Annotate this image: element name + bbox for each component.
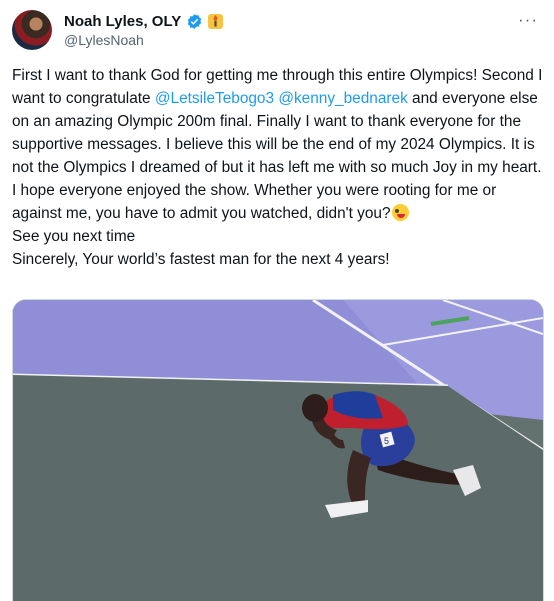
tweet-text: First I want to thank God for getting me… [12, 64, 544, 271]
author-display-name[interactable]: Noah Lyles, OLY [64, 13, 181, 30]
tweet-text-part: and everyone else on an amazing Olympic … [12, 90, 546, 222]
bib-number: 5 [384, 436, 389, 446]
olympic-torch-icon [208, 13, 224, 29]
tweet-header: Noah Lyles, OLY @LylesNoah ··· [12, 10, 542, 54]
tweet-text-part: See you next time Sincerely, Your world’… [12, 228, 390, 268]
author-name-line: Noah Lyles, OLY [64, 11, 224, 31]
zany-face-emoji-icon [391, 204, 409, 221]
tweet-media-image[interactable]: 5 [12, 299, 544, 601]
mention-letsiletebogo3[interactable]: @LetsileTebogo3 [155, 90, 274, 107]
verified-badge-icon [188, 13, 202, 29]
more-options-icon[interactable]: ··· [518, 10, 538, 30]
avatar[interactable] [12, 10, 52, 50]
mention-kenny-bednarek[interactable]: @kenny_bednarek [278, 90, 407, 107]
author-handle[interactable]: @LylesNoah [64, 32, 144, 48]
athlete-kneeling-on-track-photo: 5 [13, 300, 543, 601]
